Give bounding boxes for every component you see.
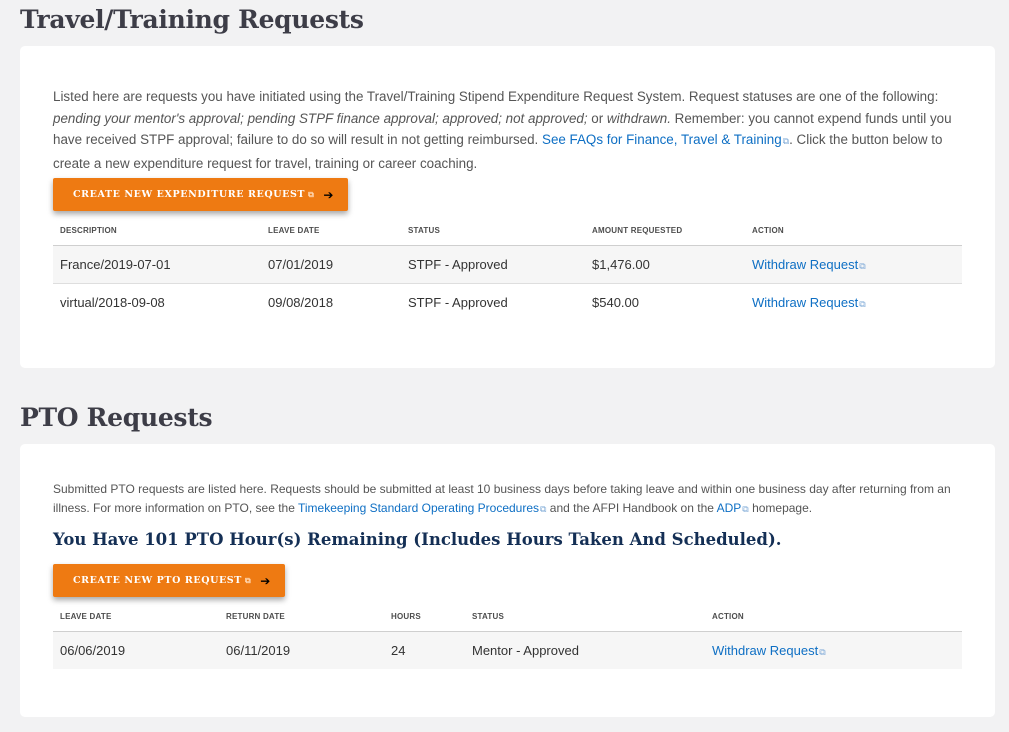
cell-status: Mentor - Approved	[465, 631, 705, 669]
column-header-status: STATUS	[465, 602, 705, 632]
pto-card: Submitted PTO requests are listed here. …	[20, 444, 995, 717]
faq-link[interactable]: See FAQs for Finance, Travel & Training⧉	[542, 132, 789, 147]
column-header-action: ACTION	[745, 216, 962, 246]
pto-hours-remaining: You Have 101 PTO Hour(s) Remaining (Incl…	[53, 530, 782, 549]
pto-section-title: PTO Requests	[20, 403, 213, 432]
timekeeping-sop-link[interactable]: Timekeeping Standard Operating Procedure…	[298, 501, 546, 515]
travel-intro-text: Listed here are requests you have initia…	[53, 89, 952, 171]
cell-leave-date: 09/08/2018	[268, 294, 334, 310]
cell-description: France/2019-07-01	[53, 245, 261, 284]
cell-leave-date: 07/01/2019	[261, 245, 401, 284]
column-header-leave-date: LEAVE DATE	[53, 602, 219, 632]
external-link-icon: ⧉	[244, 575, 252, 585]
external-link-icon: ⧉	[859, 298, 866, 309]
pto-intro-text: Submitted PTO requests are listed here. …	[53, 482, 951, 515]
withdraw-request-link[interactable]: Withdraw Request⧉	[752, 295, 866, 310]
create-pto-request-button[interactable]: CREATE NEW PTO REQUEST ⧉ ➔	[53, 564, 285, 597]
external-link-icon: ⧉	[859, 260, 866, 271]
column-header-return-date: RETURN DATE	[219, 602, 384, 632]
withdraw-request-link[interactable]: Withdraw Request⧉	[712, 643, 826, 658]
pto-requests-table: LEAVE DATE RETURN DATE HOURS STATUS ACTI…	[53, 602, 962, 669]
withdraw-request-link[interactable]: Withdraw Request⧉	[752, 257, 866, 272]
table-header-row: LEAVE DATE RETURN DATE HOURS STATUS ACTI…	[53, 602, 962, 632]
arrow-right-icon: ➔	[323, 187, 335, 202]
column-header-description: DESCRIPTION	[53, 216, 261, 246]
external-link-icon: ⧉	[819, 646, 826, 657]
cell-amount: $1,476.00	[585, 245, 745, 284]
cell-amount: $540.00	[592, 294, 639, 310]
travel-card: Listed here are requests you have initia…	[20, 46, 995, 368]
adp-link[interactable]: ADP⧉	[717, 501, 749, 515]
column-header-status: STATUS	[401, 216, 585, 246]
cell-status: STPF - Approved	[408, 294, 508, 310]
cell-status: STPF - Approved	[401, 245, 585, 284]
column-header-leave-date: LEAVE DATE	[261, 216, 401, 246]
column-header-amount: AMOUNT REQUESTED	[585, 216, 745, 246]
cell-action: Withdraw Request⧉	[745, 283, 962, 321]
cell-hours: 24	[384, 631, 465, 669]
cell-action: Withdraw Request⧉	[705, 631, 962, 669]
arrow-right-icon: ➔	[260, 573, 271, 588]
column-header-action: ACTION	[705, 602, 962, 632]
table-row: 06/06/2019 06/11/2019 24 Mentor - Approv…	[53, 631, 962, 669]
create-expenditure-request-button[interactable]: CREATE NEW EXPENDITURE REQUEST ⧉ ➔	[53, 178, 349, 211]
column-header-hours: HOURS	[384, 602, 465, 632]
table-row: France/2019-07-01 07/01/2019 STPF - Appr…	[53, 245, 962, 284]
table-header-row: DESCRIPTION LEAVE DATE STATUS AMOUNT REQ…	[53, 216, 962, 246]
external-link-icon: ⧉	[308, 189, 315, 199]
table-row: virtual/2018-09-08 09/08/2018 STPF - App…	[53, 283, 962, 321]
travel-section-title: Travel/Training Requests	[20, 5, 364, 34]
cell-leave-date: 06/06/2019	[53, 631, 219, 669]
cell-description: virtual/2018-09-08	[60, 294, 165, 310]
cell-action: Withdraw Request⧉	[745, 245, 962, 284]
travel-requests-table: DESCRIPTION LEAVE DATE STATUS AMOUNT REQ…	[53, 216, 962, 321]
cell-return-date: 06/11/2019	[219, 631, 384, 669]
